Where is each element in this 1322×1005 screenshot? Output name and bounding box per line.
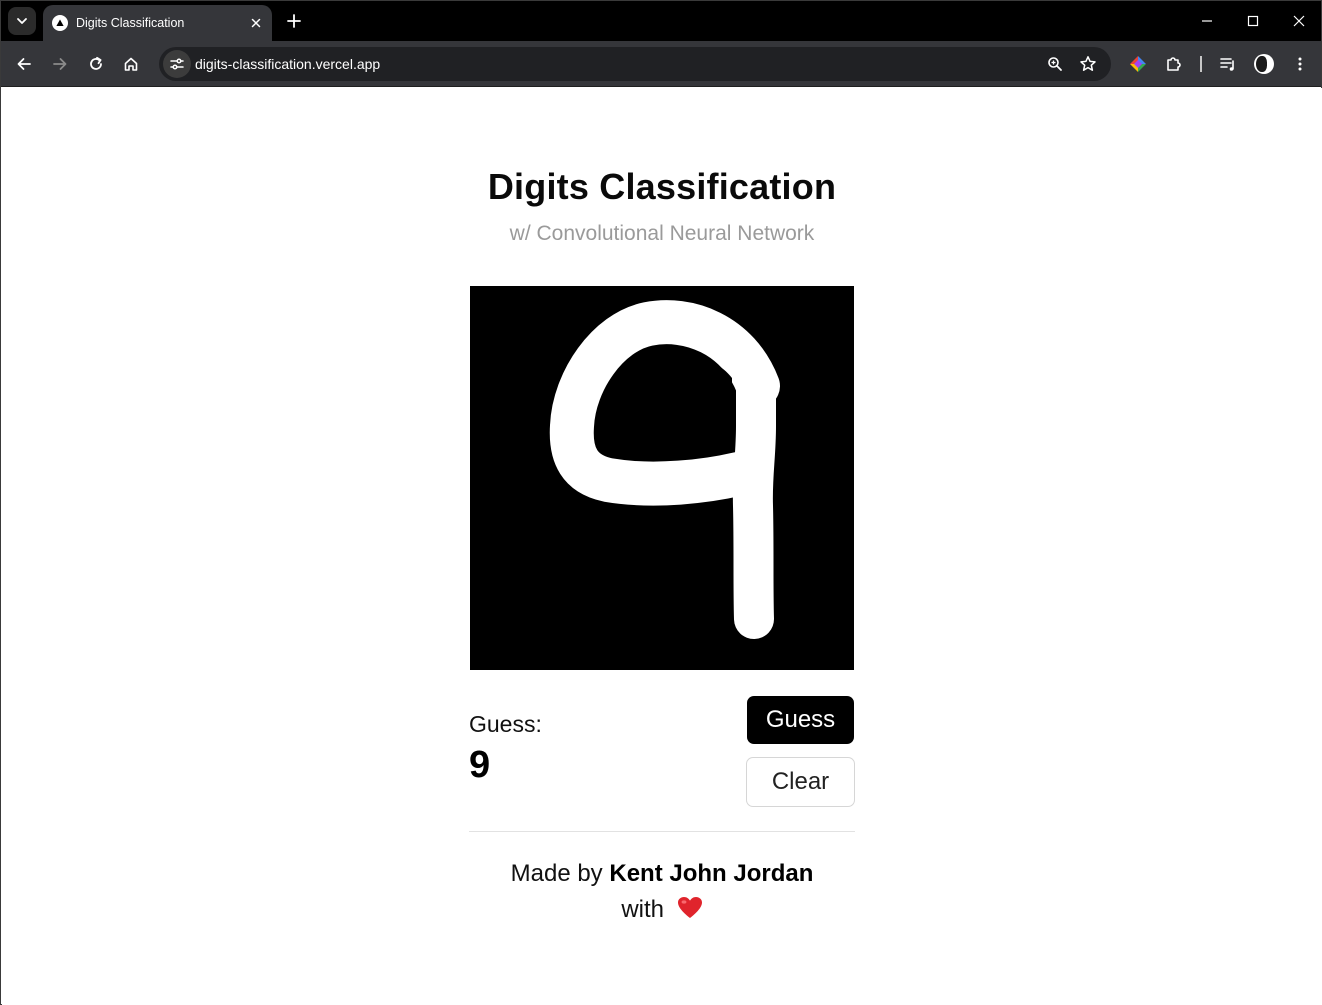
site-info-button[interactable]	[163, 50, 191, 78]
colorful-extension-button[interactable]	[1124, 50, 1152, 78]
minimize-button[interactable]	[1193, 7, 1221, 35]
toolbar-divider	[1200, 56, 1202, 72]
diamond-extension-icon	[1130, 56, 1146, 72]
tab-active[interactable]: Digits Classification	[43, 5, 272, 41]
drawing-canvas[interactable]	[470, 286, 854, 670]
author-name: Kent John Jordan	[609, 860, 814, 887]
clear-button[interactable]: Clear	[746, 757, 855, 807]
heart-icon	[677, 896, 703, 927]
plus-icon	[287, 14, 301, 28]
zoom-button[interactable]	[1043, 52, 1067, 76]
minimize-icon	[1202, 20, 1212, 22]
page-title: Digits Classification	[487, 166, 837, 207]
section-divider	[469, 831, 855, 832]
tab-close-button[interactable]	[246, 13, 266, 33]
url-text: digits-classification.vercel.app	[195, 56, 381, 72]
with-line: with	[2, 896, 1322, 927]
drawn-digit-stroke	[549, 300, 780, 639]
arrow-right-icon	[53, 58, 67, 70]
star-icon	[1080, 56, 1096, 71]
queue-music-icon	[1220, 58, 1234, 71]
maximize-icon	[1247, 15, 1259, 27]
reload-button[interactable]	[82, 50, 110, 78]
made-by-prefix: Made by	[510, 860, 603, 887]
with-text: with	[621, 896, 664, 923]
puzzle-icon	[1167, 57, 1181, 71]
browser-toolbar: digits-classification.vercel.app	[1, 41, 1321, 87]
tab-title: Digits Classification	[76, 16, 185, 30]
browser-window: Digits Classification digits-classificat…	[0, 0, 1322, 1005]
chevron-down-icon	[17, 18, 27, 24]
vercel-favicon-icon	[52, 15, 68, 31]
bookmark-button[interactable]	[1076, 52, 1100, 76]
guess-label: Guess:	[469, 711, 542, 737]
credit-line: Made by Kent John Jordan	[2, 860, 1322, 888]
new-tab-button[interactable]	[282, 9, 306, 33]
home-icon	[124, 57, 138, 71]
page-content: Digits Classification w/ Convolutional N…	[2, 88, 1322, 1005]
page-subtitle: w/ Convolutional Neural Network	[509, 222, 815, 245]
zoom-icon	[1048, 57, 1062, 71]
more-vertical-icon	[1298, 57, 1302, 71]
close-icon	[251, 18, 261, 28]
home-button[interactable]	[117, 50, 145, 78]
tab-search-button[interactable]	[8, 7, 36, 35]
guess-value: 9	[469, 744, 491, 786]
guess-button[interactable]: Guess	[747, 696, 854, 744]
close-window-button[interactable]	[1285, 7, 1313, 35]
tab-strip: Digits Classification	[1, 1, 1321, 41]
extensions-button[interactable]	[1160, 50, 1188, 78]
browser-menu-button[interactable]	[1286, 50, 1314, 78]
arrow-left-icon	[17, 58, 31, 70]
address-bar[interactable]: digits-classification.vercel.app	[159, 47, 1111, 81]
close-icon	[1293, 15, 1305, 27]
back-button[interactable]	[10, 50, 38, 78]
tune-icon	[170, 58, 184, 70]
maximize-button[interactable]	[1239, 7, 1267, 35]
profile-avatar[interactable]	[1254, 54, 1274, 74]
reload-icon	[90, 56, 102, 70]
forward-button[interactable]	[46, 50, 74, 78]
media-control-button[interactable]	[1214, 50, 1242, 78]
